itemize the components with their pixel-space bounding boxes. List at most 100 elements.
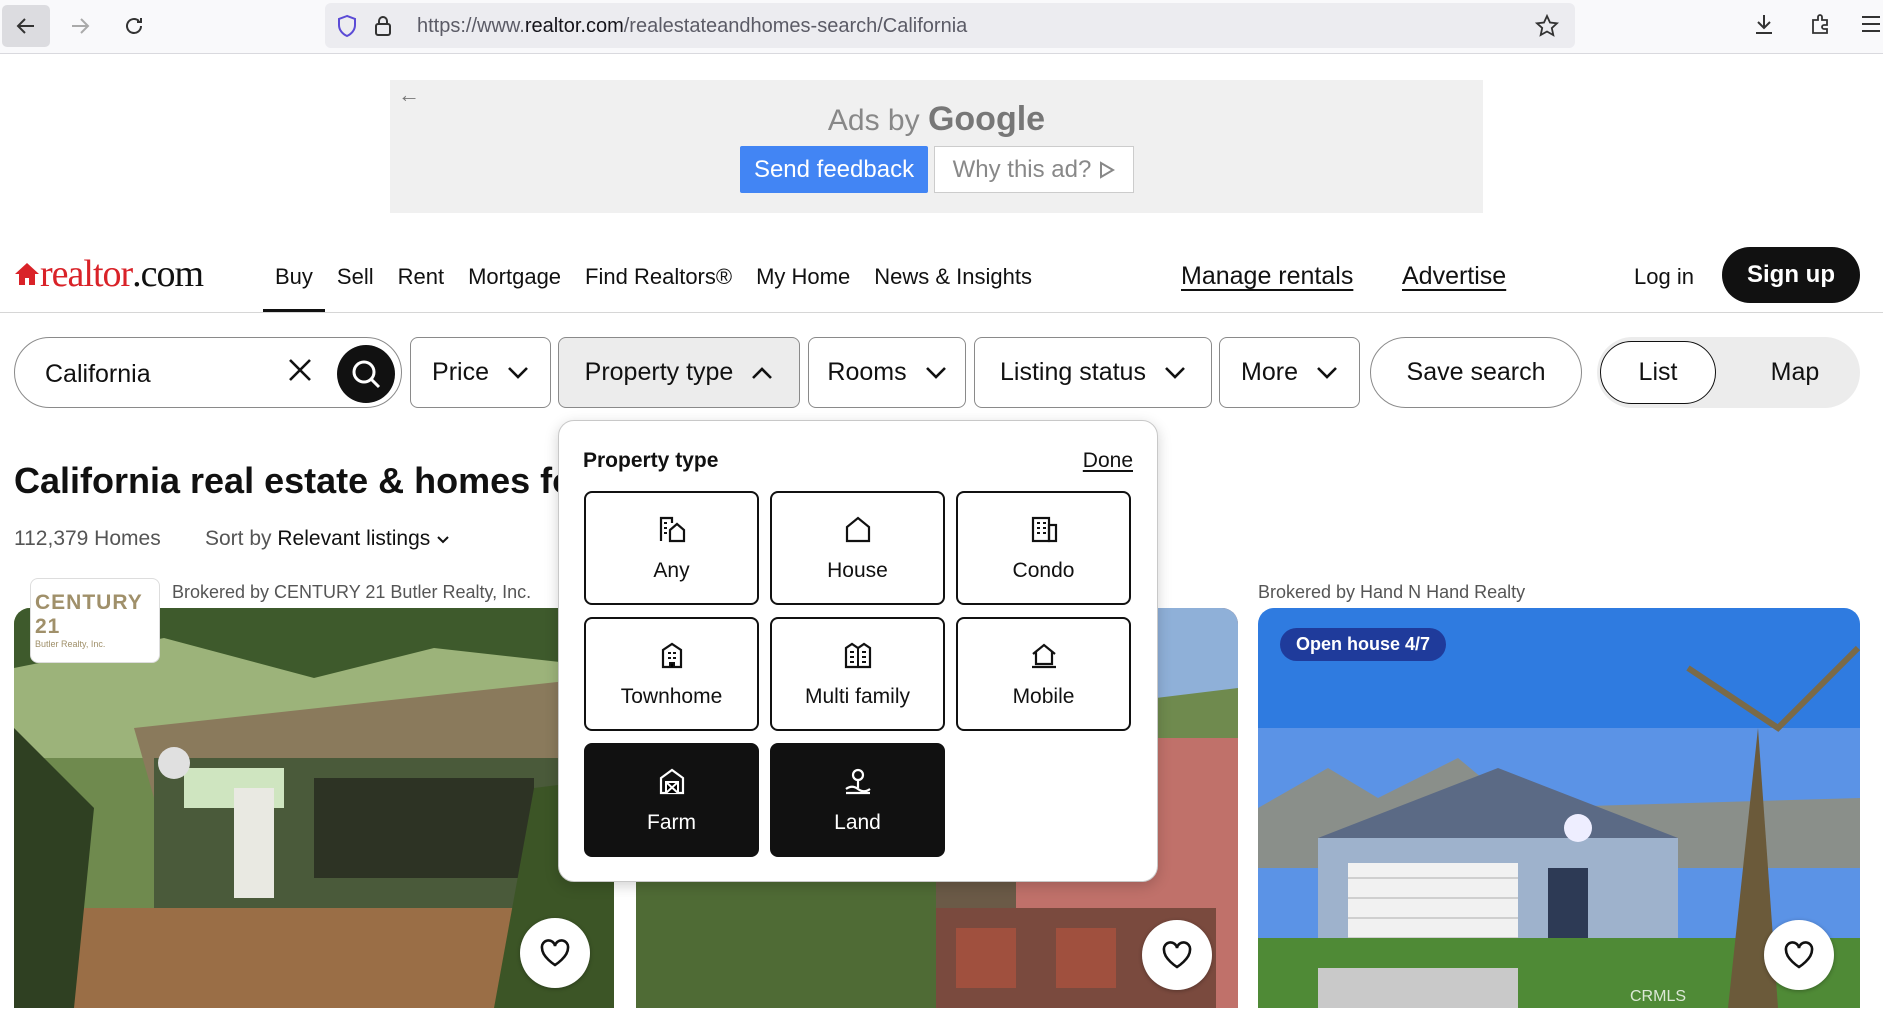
clear-search-button[interactable] — [287, 354, 313, 391]
menu-icon[interactable] — [1860, 14, 1882, 34]
price-filter-label: Price — [432, 358, 489, 386]
card-1-broker: Brokered by CENTURY 21 Butler Realty, In… — [172, 582, 532, 602]
multi-family-icon — [844, 642, 871, 669]
property-option-house[interactable]: House — [770, 491, 945, 605]
arrow-left-icon — [16, 18, 34, 34]
more-filter-label: More — [1241, 358, 1298, 386]
dropdown-title: Property type — [583, 449, 719, 472]
home-logo-icon — [15, 263, 39, 285]
rooms-filter-button[interactable]: Rooms — [808, 337, 966, 408]
chevron-down-icon — [925, 366, 946, 379]
location-search-box[interactable]: California — [14, 337, 402, 408]
heart-icon — [1162, 941, 1192, 969]
search-input[interactable]: California — [45, 360, 151, 389]
header-divider — [0, 312, 1883, 313]
property-option-mobile[interactable]: Mobile — [956, 617, 1131, 731]
reload-icon — [126, 18, 142, 34]
nav-find-realtors[interactable]: Find Realtors® — [573, 258, 744, 312]
advertise-link[interactable]: Advertise — [1402, 262, 1506, 291]
nav-my-home[interactable]: My Home — [744, 258, 862, 312]
card-3-broker: Brokered by Hand N Hand Realty — [1258, 582, 1526, 602]
logo-com-text: .com — [132, 253, 204, 295]
page-title: California real estate & homes for sale — [14, 460, 559, 501]
farm-icon — [659, 768, 684, 795]
search-button[interactable] — [337, 345, 395, 403]
list-view-button[interactable]: List — [1600, 341, 1716, 404]
property-option-farm[interactable]: Farm — [584, 743, 759, 857]
save-search-button[interactable]: Save search — [1370, 337, 1582, 408]
play-icon — [1100, 160, 1116, 179]
nav-rent[interactable]: Rent — [386, 258, 456, 312]
property-option-label: Multi family — [804, 685, 910, 708]
property-option-label: Any — [653, 559, 690, 582]
listing-status-filter-button[interactable]: Listing status — [974, 337, 1212, 408]
signup-button[interactable]: Sign up — [1722, 247, 1860, 303]
property-option-any[interactable]: Any — [584, 491, 759, 605]
download-icon[interactable] — [1752, 12, 1776, 36]
bookmark-star-icon[interactable] — [1535, 14, 1559, 38]
map-view-button[interactable]: Map — [1737, 341, 1853, 404]
reload-button[interactable] — [110, 5, 158, 47]
shield-icon — [338, 14, 356, 38]
property-option-condo[interactable]: Condo — [956, 491, 1131, 605]
property-option-multi-family[interactable]: Multi family — [770, 617, 945, 731]
view-toggle: List Map — [1597, 337, 1860, 408]
extensions-icon[interactable] — [1808, 12, 1832, 36]
sort-value: Relevant listings — [277, 527, 431, 550]
sort-dropdown[interactable]: Sort by Relevant listings — [205, 527, 450, 551]
done-button[interactable]: Done — [1083, 449, 1133, 473]
why-this-ad-label: Why this ad? — [952, 155, 1092, 183]
price-filter-button[interactable]: Price — [410, 337, 551, 408]
chevron-down-icon — [1317, 366, 1337, 379]
ads-by-google: Ads by Google — [827, 100, 1046, 138]
why-this-ad-button[interactable]: Why this ad? — [934, 146, 1134, 193]
card-2-favorite-button[interactable] — [1142, 920, 1212, 990]
property-option-label: Mobile — [1012, 685, 1075, 708]
send-feedback-button[interactable]: Send feedback — [740, 146, 928, 193]
url-text: https://www.realtor.com/realestateandhom… — [417, 15, 968, 37]
chevron-down-icon — [508, 366, 528, 379]
logo-text: realtor — [40, 253, 133, 295]
house-icon — [845, 516, 870, 543]
property-type-filter-label: Property type — [584, 358, 734, 386]
nav-buy[interactable]: Buy — [263, 258, 325, 312]
main-nav: Buy Sell Rent Mortgage Find Realtors® My… — [263, 258, 1044, 312]
nav-sell[interactable]: Sell — [325, 258, 386, 312]
chevron-down-icon — [437, 536, 449, 544]
mobile-icon — [1031, 643, 1056, 669]
card-3-favorite-button[interactable] — [1764, 920, 1834, 990]
results-count: 112,379 Homes — [14, 527, 161, 550]
more-filter-button[interactable]: More — [1219, 337, 1360, 408]
sort-prefix: Sort by — [205, 527, 272, 550]
login-link[interactable]: Log in — [1634, 264, 1694, 290]
browser-toolbar: https://www.realtor.com/realestateandhom… — [0, 0, 1883, 54]
property-option-land[interactable]: Land — [770, 743, 945, 857]
chevron-up-icon — [752, 366, 773, 379]
broker-logo-text: CENTURY 21 — [35, 591, 143, 638]
manage-rentals-link[interactable]: Manage rentals — [1181, 262, 1353, 291]
property-option-label: House — [827, 559, 888, 582]
lock-icon — [375, 16, 391, 36]
card-1-favorite-button[interactable] — [520, 918, 590, 988]
property-type-filter-button[interactable]: Property type — [558, 337, 800, 408]
broker-logo-century21: CENTURY 21 Butler Realty, Inc. — [30, 578, 160, 663]
url-bar[interactable]: https://www.realtor.com/realestateandhom… — [325, 3, 1575, 48]
realtor-logo[interactable]: realtor .com — [14, 252, 204, 296]
heart-icon — [540, 939, 570, 967]
ad-banner: ← Ads by Google Send feedback Why this a… — [390, 80, 1483, 213]
broker-logo-subtext: Butler Realty, Inc. — [35, 639, 106, 649]
search-icon — [352, 360, 381, 389]
nav-mortgage[interactable]: Mortgage — [456, 258, 573, 312]
arrow-right-icon — [72, 18, 90, 34]
land-icon — [844, 768, 871, 795]
property-type-dropdown: Property type Done Any House Condo Townh… — [558, 420, 1158, 882]
property-option-label: Condo — [1012, 559, 1075, 582]
chevron-down-icon — [1165, 366, 1185, 379]
back-button[interactable] — [2, 5, 50, 47]
forward-button[interactable] — [56, 5, 104, 47]
nav-news-insights[interactable]: News & Insights — [862, 258, 1044, 312]
heart-icon — [1784, 941, 1814, 969]
any-icon — [659, 516, 685, 543]
property-option-townhome[interactable]: Townhome — [584, 617, 759, 731]
listing-status-filter-label: Listing status — [1000, 358, 1146, 386]
